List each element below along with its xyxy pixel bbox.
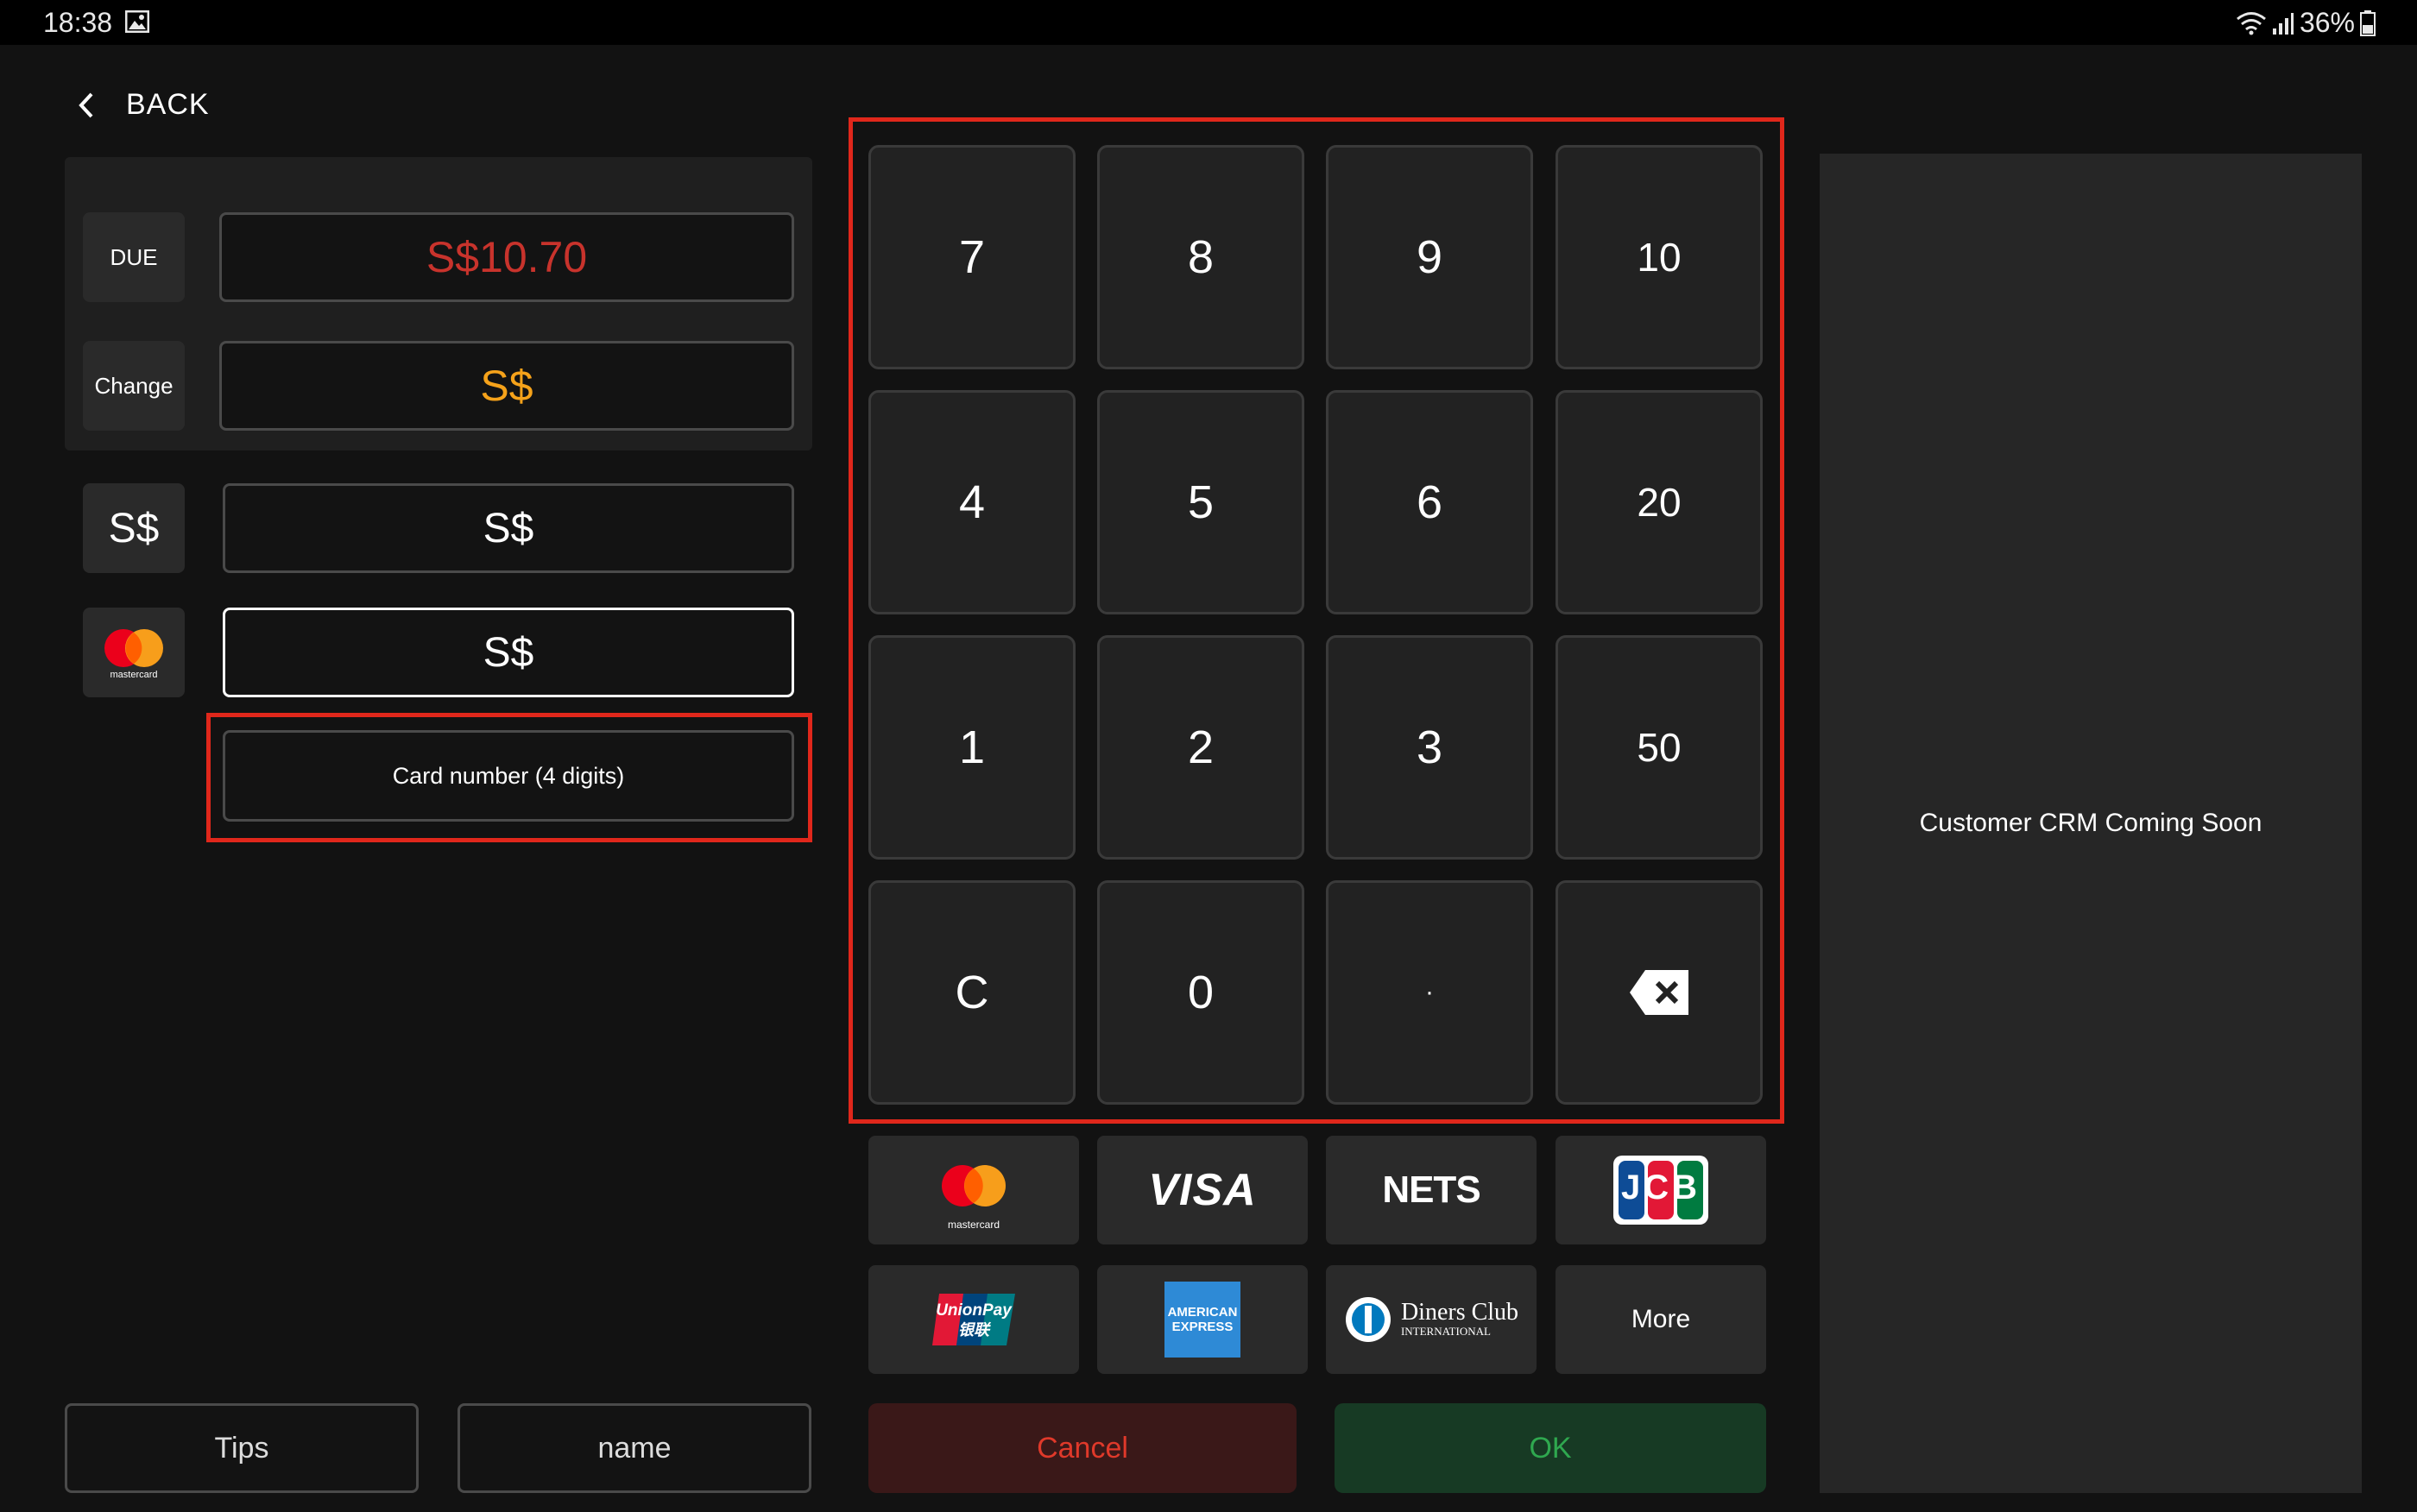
key-decimal[interactable]: ·: [1326, 880, 1533, 1105]
card-amount-input[interactable]: S$: [223, 608, 794, 697]
ok-button[interactable]: OK: [1335, 1403, 1766, 1493]
visa-logo: VISA: [1148, 1165, 1257, 1215]
unionpay-button[interactable]: UnionPay 银联: [868, 1265, 1079, 1374]
key-2[interactable]: 2: [1097, 635, 1304, 860]
mastercard-icon: mastercard: [104, 629, 163, 680]
diners-logo-icon: [1345, 1297, 1391, 1342]
diners-line2: INTERNATIONAL: [1400, 1325, 1491, 1338]
amex-logo: AMERICAN EXPRESS: [1164, 1282, 1240, 1358]
diners-button[interactable]: Diners Club INTERNATIONAL: [1326, 1265, 1537, 1374]
due-label: DUE: [83, 212, 185, 302]
name-button[interactable]: name: [458, 1403, 811, 1493]
key-backspace[interactable]: [1556, 880, 1763, 1105]
status-right: 36%: [2236, 7, 2376, 39]
card-number-input[interactable]: Card number (4 digits): [223, 730, 794, 822]
diners-text: Diners Club INTERNATIONAL: [1401, 1301, 1518, 1339]
nets-button[interactable]: NETS: [1326, 1136, 1537, 1244]
key-50[interactable]: 50: [1556, 635, 1763, 860]
mastercard-button[interactable]: mastercard: [868, 1136, 1079, 1244]
battery-icon: [2360, 9, 2376, 36]
cash-method-button[interactable]: S$: [83, 483, 185, 573]
image-notification-icon: [125, 10, 149, 33]
unionpay-name: UnionPay: [936, 1301, 1012, 1320]
due-amount-field: S$10.70: [219, 212, 794, 302]
more-label: More: [1631, 1305, 1691, 1333]
nets-logo: NETS: [1382, 1169, 1480, 1211]
cancel-button[interactable]: Cancel: [868, 1403, 1297, 1493]
key-clear[interactable]: C: [868, 880, 1076, 1105]
key-0[interactable]: 0: [1097, 880, 1304, 1105]
battery-percent: 36%: [2299, 7, 2355, 38]
status-bar: 18:38 36%: [0, 0, 2417, 45]
key-10[interactable]: 10: [1556, 145, 1763, 369]
back-button[interactable]: BACK: [78, 88, 210, 122]
unionpay-wordmark: UnionPay 银联: [868, 1301, 1079, 1339]
key-8[interactable]: 8: [1097, 145, 1304, 369]
amex-line1: AMERICAN: [1167, 1305, 1238, 1320]
key-9[interactable]: 9: [1326, 145, 1533, 369]
key-6[interactable]: 6: [1326, 390, 1533, 614]
mastercard-logo-icon: [942, 1165, 1006, 1206]
customer-crm-panel: Customer CRM Coming Soon: [1820, 154, 2362, 1493]
back-label: BACK: [126, 88, 210, 121]
unionpay-chinese: 银联: [958, 1321, 989, 1339]
wifi-icon: [2237, 11, 2266, 35]
diners-line1: Diners Club: [1400, 1299, 1519, 1326]
change-amount-field: S$: [219, 341, 794, 431]
mastercard-method-button[interactable]: mastercard: [83, 608, 185, 697]
visa-button[interactable]: VISA: [1097, 1136, 1308, 1244]
jcb-wordmark: JCB: [1620, 1169, 1701, 1206]
key-1[interactable]: 1: [868, 635, 1076, 860]
jcb-button[interactable]: JCB: [1556, 1136, 1766, 1244]
amex-line2: EXPRESS: [1171, 1320, 1234, 1334]
amex-button[interactable]: AMERICAN EXPRESS: [1097, 1265, 1308, 1374]
key-3[interactable]: 3: [1326, 635, 1533, 860]
more-button[interactable]: More: [1556, 1265, 1766, 1374]
signal-icon: [2272, 12, 2294, 35]
change-label: Change: [83, 341, 185, 431]
crm-coming-soon-text: Customer CRM Coming Soon: [1919, 809, 2262, 837]
cash-amount-input[interactable]: S$: [223, 483, 794, 573]
key-20[interactable]: 20: [1556, 390, 1763, 614]
svg-text:mastercard: mastercard: [110, 670, 157, 680]
tips-button[interactable]: Tips: [65, 1403, 419, 1493]
status-time: 18:38: [43, 7, 113, 38]
key-7[interactable]: 7: [868, 145, 1076, 369]
key-4[interactable]: 4: [868, 390, 1076, 614]
key-5[interactable]: 5: [1097, 390, 1304, 614]
chevron-left-icon: [79, 92, 93, 117]
backspace-icon: [1630, 970, 1688, 1015]
mastercard-wordmark: mastercard: [947, 1219, 1000, 1231]
